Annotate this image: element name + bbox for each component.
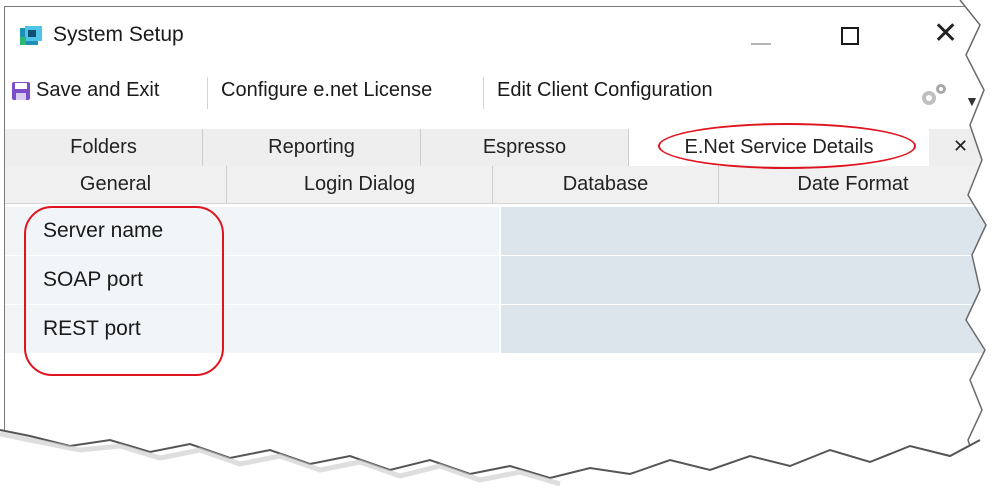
torn-edge-decoration (0, 0, 997, 490)
